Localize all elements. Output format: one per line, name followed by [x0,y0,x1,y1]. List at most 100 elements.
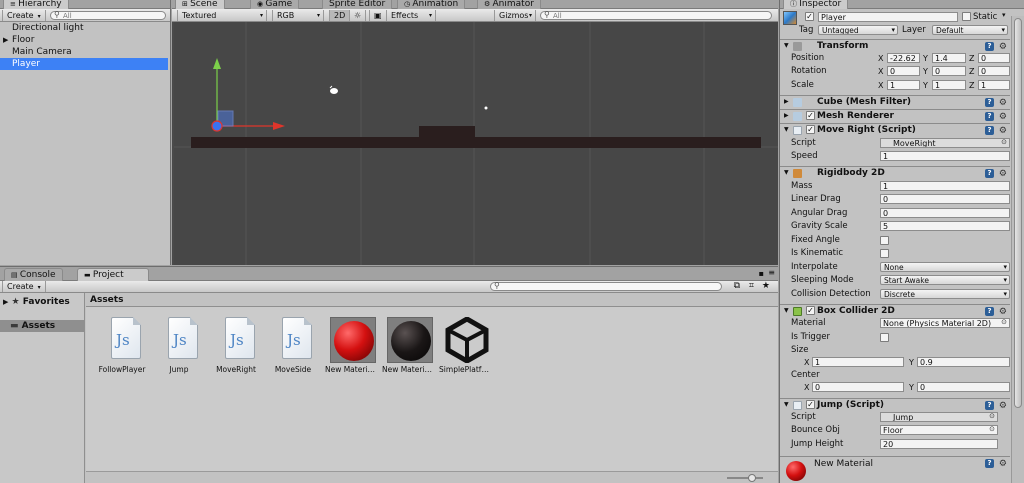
collapse-arrow-icon[interactable]: ▼ [784,305,789,317]
help-icon[interactable]: ? [985,307,994,316]
help-icon[interactable]: ? [985,112,994,121]
gear-icon[interactable]: ⚙ [999,168,1007,180]
box-collider-enabled-checkbox[interactable]: ✓ [806,306,815,315]
color-mode-dropdown[interactable]: RGB ▾ [272,10,324,21]
angular-drag-field[interactable]: 0 [880,208,1010,218]
rotation-z-field[interactable]: 0 [978,66,1010,76]
hierarchy-item-main-camera[interactable]: Main Camera [0,46,170,58]
mesh-renderer-enabled-checkbox[interactable]: ✓ [806,111,815,120]
asset-black-material[interactable]: New Materi… [376,317,438,387]
asset-moveright[interactable]: Js MoveRight [205,317,267,387]
breadcrumb[interactable]: Assets [86,293,778,307]
tab-animation[interactable]: ◷ Animation [397,0,466,9]
favorites-item[interactable]: ▶ ★ Favorites [3,297,70,307]
project-create-button[interactable]: Create ▾ [2,281,46,292]
transform-header[interactable]: ▼ Transform ? ⚙ [780,39,1010,52]
light-gizmo-icon[interactable] [329,85,338,94]
position-z-field[interactable]: 0 [978,53,1010,63]
collapse-arrow-icon[interactable]: ▼ [784,40,789,52]
size-x-field[interactable]: 1 [812,357,904,367]
layer-dropdown[interactable]: Default [932,25,1008,35]
rigidbody2d-header[interactable]: ▼ Rigidbody 2D ? ⚙ [780,166,1010,179]
platform-object[interactable] [419,126,475,138]
expand-arrow-icon[interactable]: ▶ [784,96,789,108]
collapse-arrow-icon[interactable]: ▼ [784,167,789,179]
rotation-x-field[interactable]: 0 [887,66,920,76]
hierarchy-item-player[interactable]: Player [0,58,168,70]
move-right-enabled-checkbox[interactable]: ✓ [806,125,815,134]
hierarchy-item-floor[interactable]: ▶ Floor [0,34,170,46]
inspector-scrollbar[interactable] [1011,16,1024,483]
help-icon[interactable]: ? [985,98,994,107]
render-mode-dropdown[interactable]: Textured ▾ [177,10,267,21]
y-axis-arrow-icon[interactable] [213,58,221,69]
interpolate-dropdown[interactable]: None [880,262,1010,272]
center-x-field[interactable]: 0 [812,382,904,392]
gear-icon[interactable]: ⚙ [999,458,1007,470]
gear-icon[interactable]: ⚙ [999,111,1007,123]
jump-enabled-checkbox[interactable]: ✓ [806,400,815,409]
move-tool-gizmo[interactable] [213,58,285,130]
gear-icon[interactable]: ⚙ [999,125,1007,137]
gravity-scale-field[interactable]: 5 [880,221,1010,231]
tab-animator[interactable]: ⚙ Animator [477,0,541,9]
2d-toggle-button[interactable]: 2D [329,10,351,21]
tab-inspector[interactable]: ⓘ Inspector [783,0,849,9]
gameobject-cube-icon[interactable] [783,11,797,25]
filter-label-icon[interactable]: ⌗ [749,281,754,291]
speed-field[interactable]: 1 [880,151,1010,161]
size-y-field[interactable]: 0.9 [917,357,1010,367]
position-y-field[interactable]: 1.4 [932,53,966,63]
asset-jump[interactable]: Js Jump [148,317,210,387]
move-right-header[interactable]: ▼ ✓ Move Right (Script) ? ⚙ [780,123,1010,136]
hierarchy-item-directional-light[interactable]: Directional light [0,22,170,34]
active-checkbox[interactable]: ✓ [805,12,814,21]
assets-folder-item[interactable]: ▬ Assets [0,320,84,332]
bounce-obj-field[interactable]: Floor [880,425,998,435]
asset-moveside[interactable]: Js MoveSide [262,317,324,387]
jump-script-field[interactable]: Jump [880,412,998,422]
mesh-filter-header[interactable]: ▶ Cube (Mesh Filter) ? ⚙ [780,95,1010,108]
tab-project[interactable]: ▬ Project [77,268,149,281]
tab-sprite-editor[interactable]: Sprite Editor [322,0,393,9]
static-checkbox[interactable] [962,12,971,21]
material-preview-header[interactable]: New Material ? ⚙ [780,456,1010,483]
is-kinematic-checkbox[interactable] [880,249,889,258]
collision-detection-dropdown[interactable]: Discrete [880,289,1010,299]
asset-red-material[interactable]: New Materi… [319,317,381,387]
tab-hierarchy[interactable]: ≡ Hierarchy [3,0,69,9]
collapse-arrow-icon[interactable]: ▼ [784,399,789,411]
fixed-angle-checkbox[interactable] [880,236,889,245]
favorite-star-icon[interactable]: ★ [762,281,770,291]
help-icon[interactable]: ? [985,169,994,178]
tag-dropdown[interactable]: Untagged [818,25,898,35]
is-trigger-checkbox[interactable] [880,333,889,342]
zoom-slider[interactable] [727,477,763,479]
scale-y-field[interactable]: 1 [932,80,966,90]
mesh-renderer-header[interactable]: ▶ ✓ Mesh Renderer ? ⚙ [780,109,1010,122]
tab-game[interactable]: ◉ Game [250,0,300,9]
scene-canvas[interactable] [174,22,778,265]
help-icon[interactable]: ? [985,459,994,468]
zoom-slider-thumb[interactable] [748,474,756,482]
hierarchy-create-button[interactable]: Create ▾ [2,10,46,21]
lock-icon[interactable]: ▪ [759,269,764,278]
jump-height-field[interactable]: 20 [880,439,998,449]
audio-toggle-button[interactable]: ▣ [369,10,387,21]
collapse-arrow-icon[interactable]: ▼ [784,124,789,136]
scene-search-input[interactable]: All [540,11,772,20]
box-collider2d-header[interactable]: ▼ ✓ Box Collider 2D ? ⚙ [780,304,1010,317]
hierarchy-search-input[interactable]: All [50,11,166,20]
scrollbar-thumb[interactable] [1014,18,1022,408]
scale-z-field[interactable]: 1 [978,80,1010,90]
position-x-field[interactable]: -22.62 [887,53,920,63]
filter-type-icon[interactable]: ⧉ [734,281,740,291]
expand-arrow-icon[interactable]: ▶ [3,34,8,46]
physics-material-field[interactable]: None (Physics Material 2D) [880,318,1010,328]
project-search-input[interactable] [490,282,722,291]
help-icon[interactable]: ? [985,42,994,51]
effects-dropdown[interactable]: Effects ▾ [386,10,436,21]
mass-field[interactable]: 1 [880,181,1010,191]
lighting-toggle-button[interactable]: ☼ [349,10,367,21]
gizmos-dropdown[interactable]: Gizmos ▾ [494,10,536,21]
